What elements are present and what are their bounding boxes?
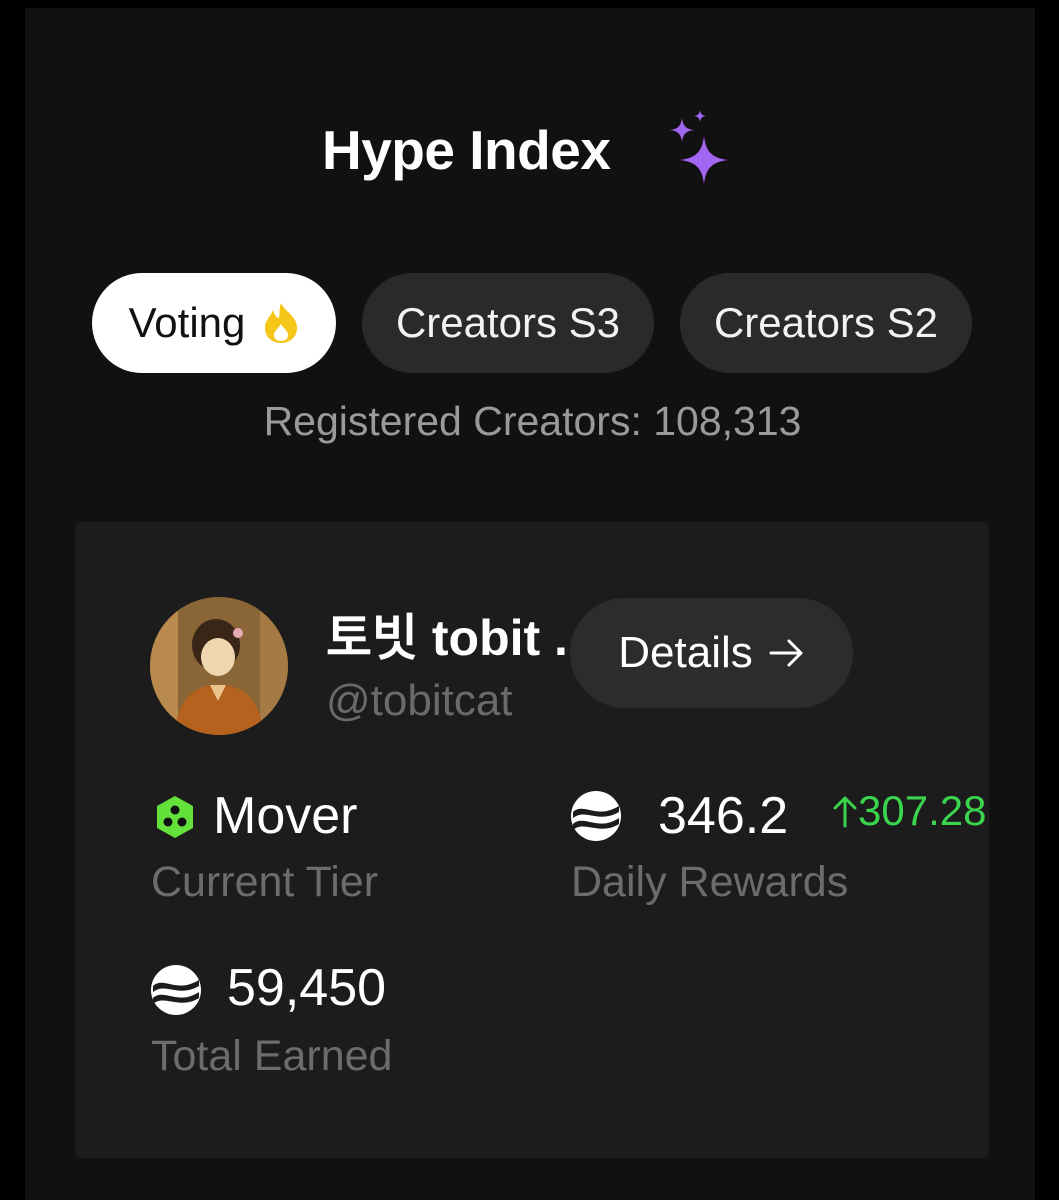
daily-rewards-delta: 307.28 [832,787,986,835]
tab-creators-s2[interactable]: Creators S2 [680,273,972,373]
tab-voting[interactable]: Voting [92,273,336,373]
tier-label: Current Tier [151,858,379,906]
tier-value: Mover [213,787,358,845]
avatar-illustration [150,597,288,735]
page-title: Hype Index [322,119,611,181]
total-earned-value: 59,450 [227,959,387,1017]
token-icon [151,965,201,1015]
creator-name: 토빗 tobit . [326,610,568,666]
details-button-label: Details [618,628,753,677]
hexagon-tier-icon [157,796,193,838]
daily-rewards-delta-value: 307.28 [858,787,987,834]
creator-handle: @tobitcat [326,676,513,725]
arrow-up-icon [833,796,857,828]
tab-creators-s2-label: Creators S2 [713,299,939,346]
tab-creators-s3[interactable]: Creators S3 [362,273,654,373]
registered-creators-count: Registered Creators: 108,313 [263,398,802,444]
daily-rewards-label: Daily Rewards [571,858,849,906]
total-earned-label: Total Earned [151,1032,393,1080]
tab-voting-label: Voting [128,299,246,346]
fire-icon [265,303,298,343]
sparkles-icon [670,110,728,184]
avatar[interactable] [150,597,288,735]
arrow-right-icon [769,639,803,667]
token-icon [571,791,621,841]
tab-creators-s3-label: Creators S3 [395,299,621,346]
daily-rewards-value: 346.2 [658,787,789,845]
details-button[interactable]: Details [570,598,853,708]
